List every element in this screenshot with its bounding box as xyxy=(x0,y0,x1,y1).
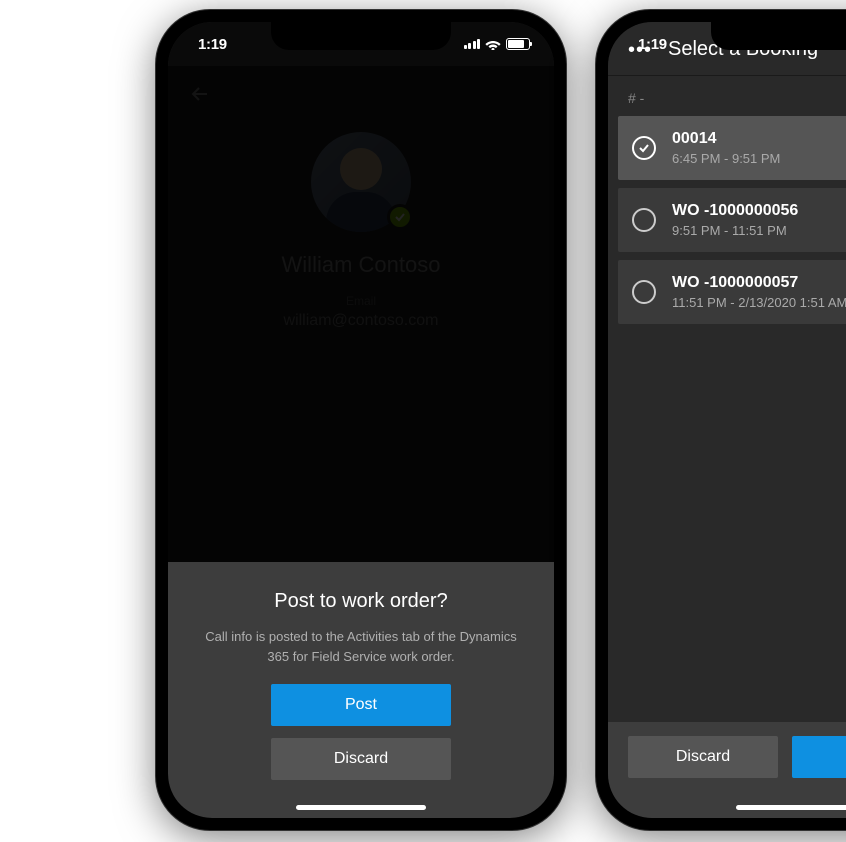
booking-list: 00014 6:45 PM - 9:51 PM WO -1000000056 9… xyxy=(608,116,846,324)
notch xyxy=(271,22,451,50)
booking-selector: ••• Select a Booking # - 00014 6:45 PM -… xyxy=(608,22,846,818)
cellular-signal-icon xyxy=(464,39,481,49)
discard-button[interactable]: Discard xyxy=(628,736,778,778)
status-time: 1:19 xyxy=(198,36,227,53)
radio-unselected-icon[interactable] xyxy=(632,280,656,304)
notch xyxy=(711,22,846,50)
wifi-icon xyxy=(485,38,501,50)
booking-time: 11:51 PM - 2/13/2020 1:51 AM xyxy=(672,295,846,310)
booking-time: 6:45 PM - 9:51 PM xyxy=(672,151,846,166)
radio-selected-icon[interactable] xyxy=(632,136,656,160)
contact-screen-dimmed: William Contoso Email william@contoso.co… xyxy=(168,22,554,818)
booking-item[interactable]: WO -1000000056 9:51 PM - 11:51 PM xyxy=(618,188,846,252)
radio-unselected-icon[interactable] xyxy=(632,208,656,232)
ok-button[interactable]: OK xyxy=(792,736,846,778)
status-time: 1:19 xyxy=(638,36,667,53)
screen-left: 1:19 xyxy=(168,22,554,818)
booking-time: 9:51 PM - 11:51 PM xyxy=(672,223,846,238)
post-sheet: Post to work order? Call info is posted … xyxy=(168,562,554,818)
booking-name: 00014 xyxy=(672,130,846,148)
home-indicator[interactable] xyxy=(296,805,426,810)
sheet-title: Post to work order? xyxy=(188,590,534,613)
booking-footer: Discard OK xyxy=(608,722,846,818)
booking-item[interactable]: WO -1000000057 11:51 PM - 2/13/2020 1:51… xyxy=(618,260,846,324)
booking-item[interactable]: 00014 6:45 PM - 9:51 PM xyxy=(618,116,846,180)
post-button[interactable]: Post xyxy=(271,684,451,726)
status-icons xyxy=(464,38,531,50)
home-indicator[interactable] xyxy=(736,805,846,810)
section-label: # - xyxy=(608,76,846,116)
sheet-description: Call info is posted to the Activities ta… xyxy=(188,627,534,666)
phone-right: 1:19 ••• Select a Booking # - 00014 xyxy=(596,10,846,830)
phone-left: 1:19 xyxy=(156,10,566,830)
booking-name: WO -1000000056 xyxy=(672,202,846,220)
screen-right: 1:19 ••• Select a Booking # - 00014 xyxy=(608,22,846,818)
booking-name: WO -1000000057 xyxy=(672,274,846,292)
battery-icon xyxy=(506,38,530,50)
discard-button[interactable]: Discard xyxy=(271,738,451,780)
